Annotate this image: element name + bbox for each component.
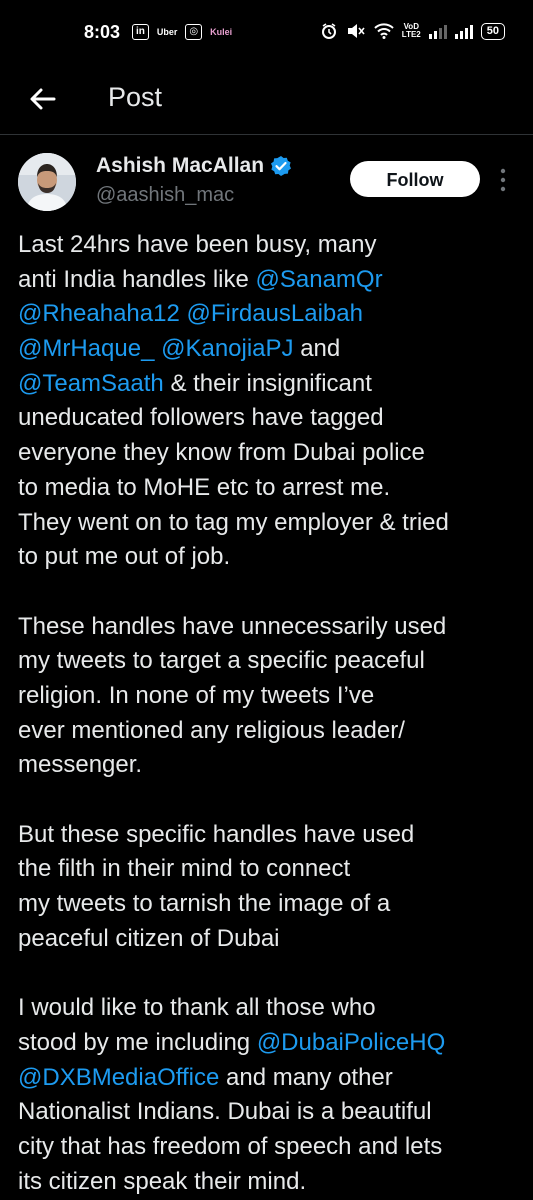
tweet-line: I would like to thank all those who (18, 991, 523, 1026)
tweet-line: @Rheahaha12 @FirdausLaibah (18, 297, 523, 332)
tweet-line: uneducated followers have tagged (18, 401, 523, 436)
tweet-text-segment: and many other (219, 1063, 393, 1091)
tweet-line (18, 783, 523, 818)
author-handle[interactable]: @aashish_mac (96, 184, 234, 207)
tweet-text-segment: & their insignificant (163, 369, 372, 397)
tweet-text-segment: Last 24hrs have been busy, many (18, 231, 377, 258)
tweet-text-segment: city that has freedom of speech and lets (18, 1132, 443, 1160)
tweet-text-segment (180, 300, 187, 327)
tweet-line (18, 956, 523, 991)
tweet-text-segment: peaceful citizen of Dubai (18, 924, 280, 952)
linkedin-icon: in (132, 24, 149, 40)
tweet-line: my tweets to tarnish the image of a (18, 887, 523, 922)
status-indicators: VoD LTE2 50 (320, 22, 505, 40)
tweet-line: Last 24hrs have been busy, many (18, 228, 523, 263)
tweet-text-segment: ever mentioned any religious leader/ (18, 716, 405, 744)
tweet-line: the filth in their mind to connect (18, 852, 523, 887)
tweet-text-segment: Nationalist Indians. Dubai is a beautifu… (18, 1098, 432, 1126)
tweet-text-segment: to media to MoHE etc to arrest me. (18, 473, 391, 501)
tweet-text-segment: These handles have unnecessarily used (18, 612, 447, 640)
follow-button[interactable]: Follow (350, 161, 480, 197)
tweet-line: They went on to tag my employer & tried (18, 506, 523, 541)
tweet-text-segment: They went on to tag my employer & tried (18, 508, 449, 536)
mention-link[interactable]: @DubaiPoliceHQ (257, 1029, 445, 1056)
mute-icon (347, 24, 365, 38)
tweet-line: to put me out of job. (18, 540, 523, 575)
tweet-text-segment: uneducated followers have tagged (18, 404, 384, 432)
tweet-text-segment: everyone they know from Dubai police (18, 439, 425, 467)
tweet-line: religion. In none of my tweets I’ve (18, 679, 523, 714)
tweet-line: my tweets to target a specific peaceful (18, 644, 523, 679)
signal-icon (428, 23, 447, 39)
tweet-line: Nationalist Indians. Dubai is a beautifu… (18, 1095, 523, 1130)
author-name[interactable]: Ashish MacAllan (96, 154, 264, 178)
mention-link[interactable]: @FirdausLaibah (187, 300, 363, 327)
alarm-icon (321, 23, 336, 39)
tweet-text-segment: its citizen speak their mind. (18, 1167, 307, 1195)
tweet-text-segment: anti India handles like (18, 265, 256, 293)
status-bar: 8:03 in Uber ◎ Kulei VoD LTE2 50 (0, 0, 533, 66)
tweet-text-segment: the filth in their mind to connect (18, 855, 351, 883)
tweet-text-segment: messenger. (18, 751, 143, 779)
tweet-line: messenger. (18, 748, 523, 783)
avatar-image (18, 153, 76, 211)
tweet-author: Ashish MacAllan @aashish_mac Follow (18, 150, 518, 220)
tweet-line (18, 575, 523, 610)
instagram-icon: ◎ (185, 24, 203, 40)
tweet-line: stood by me including @DubaiPoliceHQ (18, 1026, 523, 1061)
page-title: Post (108, 82, 163, 112)
author-name-row: Ashish MacAllan (96, 154, 292, 178)
mention-link[interactable]: @KanojiaPJ (161, 335, 293, 362)
tweet-line: city that has freedom of speech and lets (18, 1130, 523, 1165)
mention-link[interactable]: @TeamSaath (18, 370, 164, 397)
uber-icon: Uber (156, 27, 178, 37)
tweet-text-segment: I would like to thank all those who (18, 994, 376, 1022)
mention-link[interactable]: @Rheahaha12 (18, 300, 180, 327)
mention-link[interactable]: @MrHaque_ (18, 335, 154, 362)
tweet-line: @DXBMediaOffice and many other (18, 1061, 523, 1096)
tweet-line: peaceful citizen of Dubai (18, 922, 523, 957)
tweet-text-segment: and (293, 335, 341, 363)
tweet-line: But these specific handles have used (18, 818, 523, 853)
tweet-text-segment: my tweets to target a specific peaceful (18, 647, 425, 675)
tweet-text-segment: to put me out of job. (18, 543, 231, 571)
back-arrow-icon[interactable] (26, 82, 60, 116)
tweet-text-segment: But these specific handles have used (18, 820, 415, 848)
mention-link[interactable]: @DXBMediaOffice (18, 1064, 219, 1091)
tweet-text-segment: stood by me including (18, 1028, 257, 1056)
tweet-line: These handles have unnecessarily used (18, 610, 523, 645)
verified-badge-icon (271, 156, 292, 176)
tweet-text: Last 24hrs have been busy, many anti Indi… (18, 228, 523, 1199)
top-app-bar: Post (0, 66, 533, 135)
tweet-text-segment: religion. In none of my tweets I’ve (18, 681, 375, 709)
tweet-line: everyone they know from Dubai police (18, 436, 523, 471)
signal-icon-2 (454, 23, 473, 39)
tweet-line: its citizen speak their mind. (18, 1165, 523, 1200)
more-options-icon[interactable] (496, 167, 510, 193)
tweet-line: @TeamSaath & their insignificant (18, 367, 523, 402)
tweet-text-segment: my tweets to tarnish the image of a (18, 890, 391, 918)
status-app-icons: in Uber ◎ Kulei (132, 24, 232, 40)
status-time: 8:03 (84, 22, 121, 42)
tweet-line: to media to MoHE etc to arrest me. (18, 471, 523, 506)
tweet-line: @MrHaque_ @KanojiaPJ and (18, 332, 523, 367)
lte-indicator: VoD LTE2 (401, 22, 421, 39)
mention-link[interactable]: @SanamQr (256, 266, 383, 293)
tweet-line: anti India handles like @SanamQr (18, 263, 523, 298)
battery-icon: 50 (480, 22, 505, 40)
wifi-icon (374, 23, 394, 39)
tweet-line: ever mentioned any religious leader/ (18, 714, 523, 749)
kulei-icon: Kulei (210, 27, 233, 37)
avatar[interactable] (18, 153, 76, 211)
